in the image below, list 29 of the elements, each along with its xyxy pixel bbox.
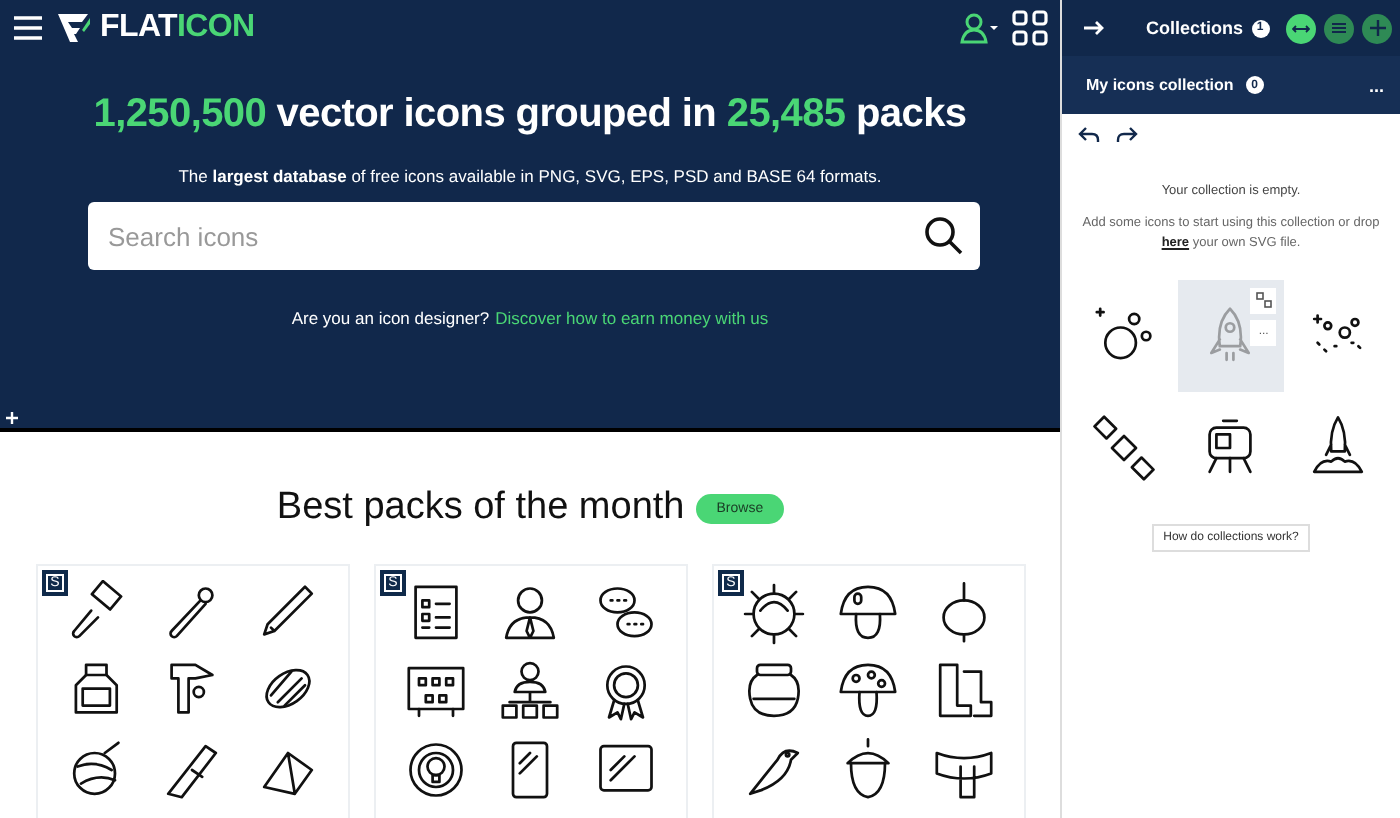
undo-icon[interactable] bbox=[1078, 126, 1100, 144]
list-view-button[interactable] bbox=[1324, 13, 1354, 43]
arrow-right-icon[interactable] bbox=[1082, 18, 1106, 38]
squares-icon bbox=[1255, 292, 1272, 309]
expand-view-button[interactable] bbox=[1286, 13, 1316, 43]
hero-subtitle: The largest database of free icons available in PNG, SVG, EPS, PSD and BASE 64 formats. bbox=[176, 166, 884, 186]
user-icon[interactable] bbox=[960, 12, 1000, 44]
redo-icon[interactable] bbox=[1116, 126, 1138, 144]
collection-swap-button[interactable] bbox=[1250, 287, 1277, 314]
logo-wordmark[interactable]: FLATICON bbox=[100, 10, 255, 46]
designer-question: Are you an icon designer? bbox=[291, 308, 490, 328]
hero-title: 1,250,500 vector icons grouped in 25,485 packs bbox=[91, 92, 969, 138]
satellite-icon bbox=[1089, 413, 1158, 482]
search-field[interactable]: Search icons bbox=[88, 202, 980, 270]
double-arrow-icon bbox=[1292, 23, 1310, 33]
plus-icon bbox=[1369, 20, 1385, 36]
collections-label: Collections bbox=[1146, 18, 1244, 38]
add-button[interactable] bbox=[1362, 13, 1392, 43]
menu-icon[interactable] bbox=[12, 14, 44, 42]
plus-icon bbox=[6, 412, 18, 424]
section-title: Best packs of the month bbox=[276, 486, 685, 530]
logo-icon bbox=[56, 12, 92, 44]
list-icon bbox=[1332, 22, 1346, 34]
org-chart-icon bbox=[496, 657, 565, 725]
search-icon[interactable] bbox=[924, 216, 964, 256]
collection-name[interactable]: My icons collection bbox=[1086, 76, 1234, 94]
more-options-button[interactable]: ... bbox=[1368, 75, 1384, 95]
earn-money-link[interactable]: Discover how to earn money with us bbox=[495, 308, 769, 328]
grid-icon[interactable] bbox=[1012, 10, 1048, 46]
